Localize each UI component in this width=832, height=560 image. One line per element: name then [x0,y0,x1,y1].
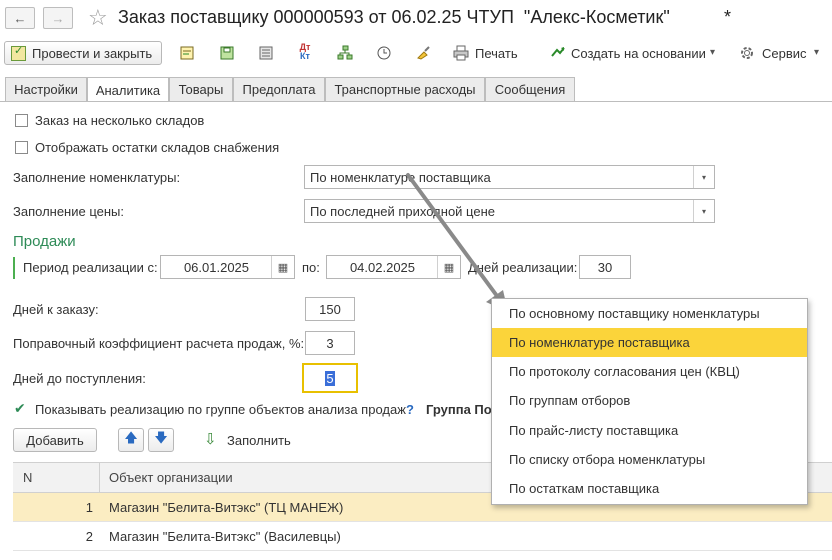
fill-nomenclature-dropdown: По основному поставщику номенклатуры По … [491,298,808,505]
dropdown-option[interactable]: По остаткам поставщика [492,474,807,503]
dropdown-option[interactable]: По прайс-листу поставщика [492,416,807,445]
dropdown-option[interactable]: По списку отбора номенклатуры [492,445,807,474]
dropdown-option[interactable]: По группам отборов [492,386,807,415]
dropdown-option-selected[interactable]: По номенклатуре поставщика [492,328,807,357]
dropdown-option[interactable]: По основному поставщику номенклатуры [492,299,807,328]
dropdown-option[interactable]: По протоколу согласования цен (КВЦ) [492,357,807,386]
